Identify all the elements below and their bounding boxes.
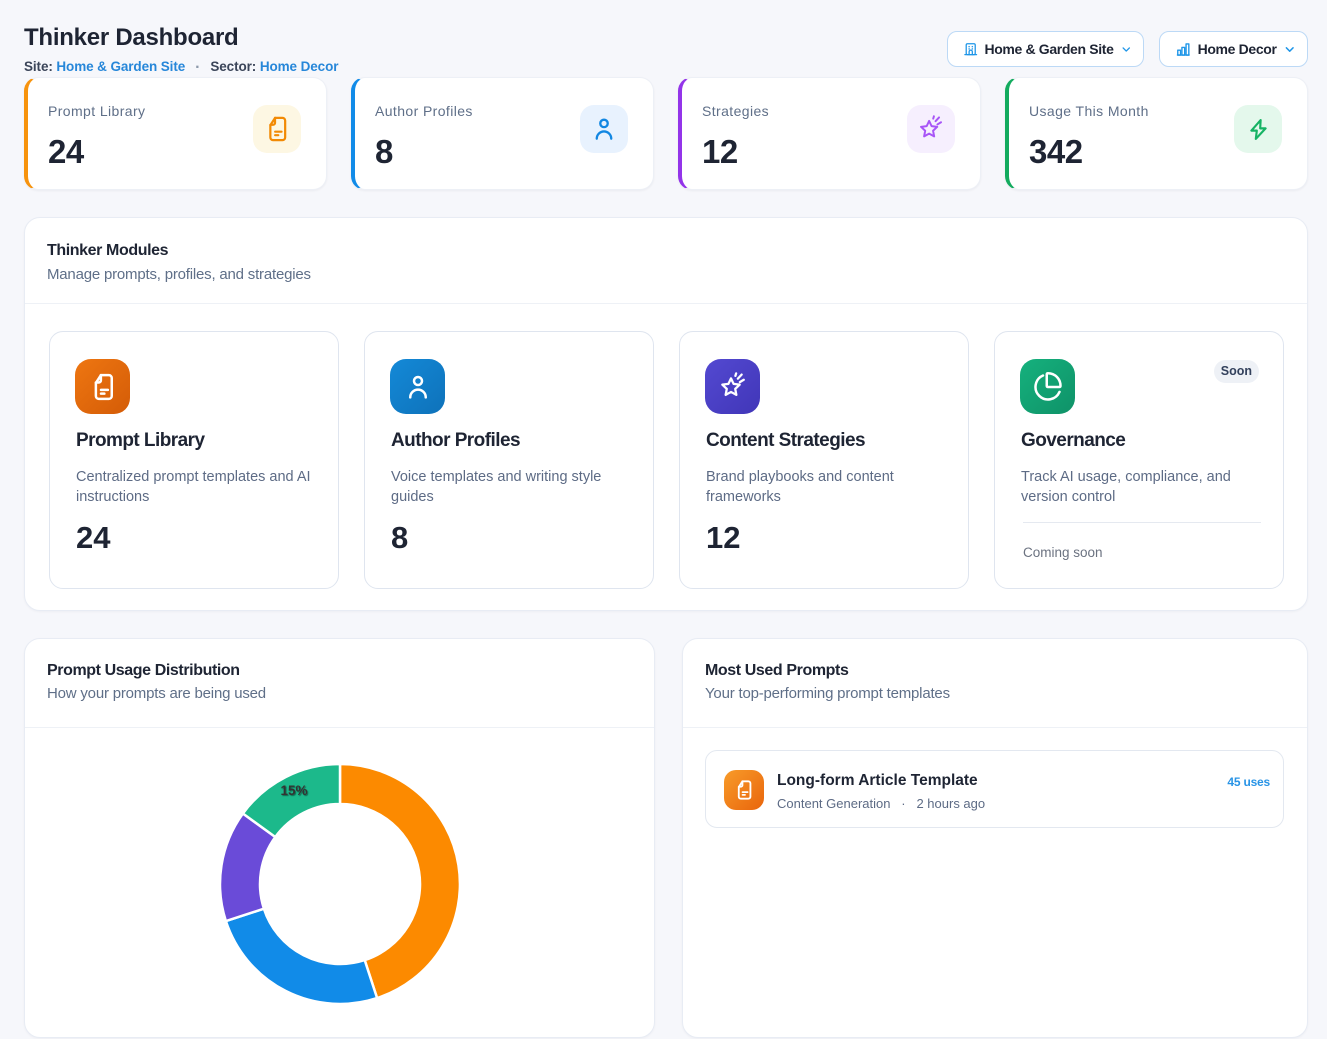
svg-text:15%: 15% xyxy=(280,783,307,798)
